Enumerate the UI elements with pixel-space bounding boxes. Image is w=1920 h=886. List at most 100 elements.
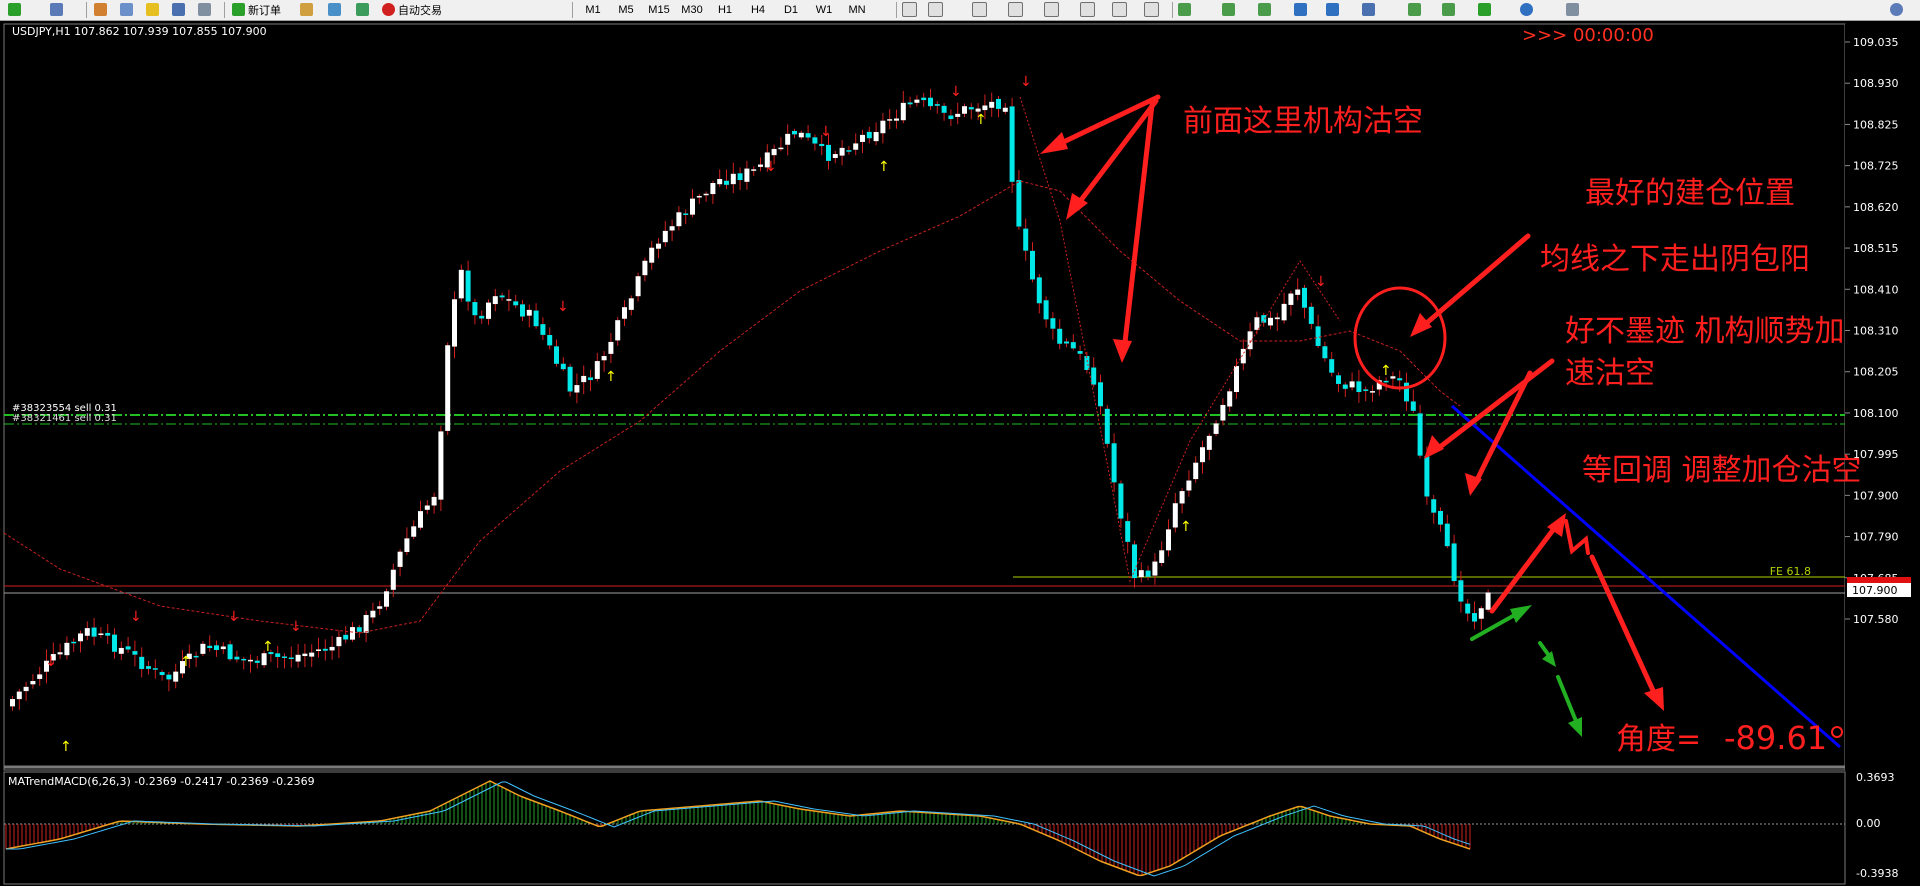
zoom-in-button[interactable] <box>1294 1 1307 18</box>
candle-body <box>1465 603 1471 614</box>
candle-body <box>404 538 410 553</box>
timeframe-button-w1[interactable]: W1 <box>809 4 839 16</box>
indicators-button[interactable] <box>1478 1 1491 18</box>
vertical-line-button[interactable] <box>972 1 987 18</box>
candle-body <box>533 310 539 327</box>
line-chart-button[interactable] <box>1258 1 1271 18</box>
metaeditor-button[interactable] <box>300 1 313 18</box>
candle-body <box>1227 391 1233 407</box>
toolbar: 新订单 自动交易 M1 M5 M15 M30 H1 H4 D1 W1 MN <box>0 0 1920 21</box>
candle-body <box>1186 480 1192 491</box>
candle-body <box>424 505 430 510</box>
new-order-label: 新订单 <box>248 4 281 17</box>
channel-button[interactable] <box>1144 1 1159 18</box>
magnifier-icon <box>198 3 211 16</box>
order-label-2[interactable]: #38321461 sell 0.31 <box>12 413 117 424</box>
new-order-button[interactable]: 新订单 <box>232 1 281 18</box>
chart-area[interactable]: 109.035 108.930 108.825 108.725 108.620 108.5… <box>0 21 1920 886</box>
autoscroll-button[interactable] <box>1442 1 1455 18</box>
horizontal-line-button[interactable] <box>1044 1 1059 18</box>
candle-body <box>649 247 655 263</box>
candle-body <box>1077 351 1083 354</box>
candle-body <box>1152 561 1158 576</box>
timeframe-button-mn[interactable]: MN <box>842 4 872 16</box>
terminal-button[interactable] <box>172 1 185 18</box>
candle-body <box>805 133 811 138</box>
candle-body <box>363 614 369 633</box>
cursor-button[interactable] <box>902 1 917 18</box>
auto-trading-label: 自动交易 <box>398 4 442 17</box>
candle-body <box>615 320 621 341</box>
candle-body <box>1349 381 1355 388</box>
template-icon <box>1566 3 1579 16</box>
timeframe-button-h1[interactable]: H1 <box>710 4 740 16</box>
indicators-icon <box>1478 3 1491 16</box>
market-watch-button[interactable] <box>94 1 107 18</box>
tile-windows-button[interactable] <box>1362 1 1375 18</box>
timeframe-button-m5[interactable]: M5 <box>611 4 641 16</box>
candle-body <box>669 226 675 231</box>
market-button[interactable] <box>356 1 369 18</box>
candle-chart-icon <box>1222 3 1235 16</box>
candle-body <box>554 346 559 364</box>
candle-chart-button[interactable] <box>1222 1 1235 18</box>
list-icon <box>94 3 107 16</box>
candle-body <box>336 636 342 647</box>
text-button[interactable] <box>1112 1 1127 18</box>
periods-button[interactable] <box>1520 1 1533 18</box>
timeframe-button-m30[interactable]: M30 <box>677 4 707 16</box>
candle-body <box>418 511 423 528</box>
bar-chart-button[interactable] <box>1178 1 1191 18</box>
candle-body <box>1363 389 1369 391</box>
candle-body <box>819 143 825 147</box>
candle-body <box>10 699 15 707</box>
timeframe-button-m1[interactable]: M1 <box>578 4 608 16</box>
timeframe-button-m15[interactable]: M15 <box>644 4 674 16</box>
candle-body <box>751 169 757 171</box>
candle-body <box>1179 491 1185 504</box>
trendline-button[interactable] <box>1080 1 1095 18</box>
tester-button[interactable] <box>198 1 211 18</box>
crosshair-icon <box>928 2 943 17</box>
timeframe-button-d1[interactable]: D1 <box>776 4 806 16</box>
price-tick-label: 107.790 <box>1853 531 1899 544</box>
candle-body <box>214 645 219 650</box>
candle-body <box>710 183 716 195</box>
candle-body <box>57 652 63 655</box>
price-tick-label: 108.410 <box>1853 283 1899 296</box>
candle-body <box>581 375 587 383</box>
candle-body <box>955 113 961 117</box>
candle-body <box>275 653 281 657</box>
templates-button[interactable] <box>1566 1 1579 18</box>
account-button[interactable] <box>1890 1 1903 18</box>
candle-body <box>125 646 131 650</box>
candle-body <box>574 385 580 393</box>
candle-body <box>1451 543 1457 582</box>
candle-body <box>152 668 158 670</box>
candle-body <box>193 655 199 658</box>
favorites-button[interactable] <box>146 1 159 18</box>
candle-body <box>873 132 879 142</box>
candle-body <box>343 634 349 640</box>
candle-body <box>78 633 83 642</box>
profiles-button[interactable] <box>50 1 63 18</box>
zoom-out-button[interactable] <box>1326 1 1339 18</box>
candle-body <box>37 674 43 679</box>
price-tick-label: 108.620 <box>1853 201 1899 214</box>
signals-button[interactable] <box>328 1 341 18</box>
fractal-down-arrow: ↓ <box>557 299 569 315</box>
crosshair-button[interactable] <box>928 1 943 18</box>
candle-body <box>458 269 464 299</box>
fibo-button[interactable] <box>1008 1 1023 18</box>
chart-shift-button[interactable] <box>1408 1 1421 18</box>
trend-line-handle[interactable] <box>1831 726 1843 738</box>
candle-body <box>1220 404 1226 421</box>
candle-body <box>71 641 77 644</box>
indicator-tick-label: 0.3693 <box>1856 771 1895 784</box>
timeframe-button-h4[interactable]: H4 <box>743 4 773 16</box>
new-chart-button[interactable] <box>8 1 21 18</box>
horizontal-line-icon <box>1044 2 1059 17</box>
terminal-icon <box>172 3 185 16</box>
navigator-button[interactable] <box>120 1 133 18</box>
auto-trading-button[interactable]: 自动交易 <box>382 1 442 18</box>
